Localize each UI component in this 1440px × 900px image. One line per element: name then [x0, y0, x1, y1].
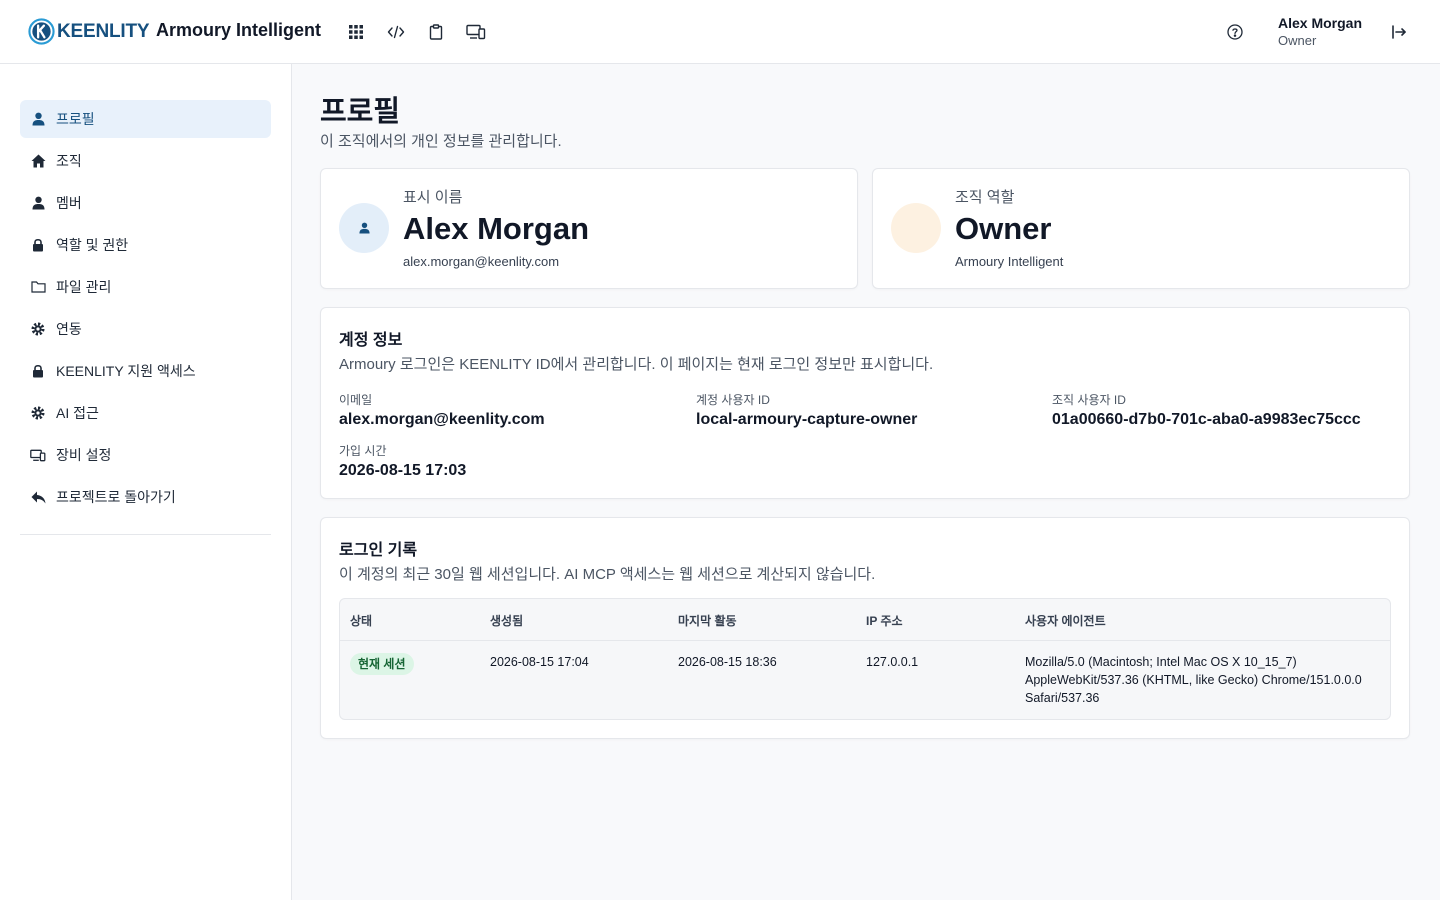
folder-icon: [30, 279, 46, 295]
column-header-last-active[interactable]: 마지막 활동: [678, 612, 737, 629]
devices-icon[interactable]: [464, 20, 488, 44]
sidebar-item-support-access[interactable]: KEENLITY 지원 액세스: [20, 352, 271, 390]
cell-last-active: 2026-08-15 18:36: [678, 655, 777, 669]
person-icon: [30, 195, 46, 211]
account-info-description: Armoury 로그인은 KEENLITY ID에서 관리합니다. 이 페이지는…: [339, 356, 934, 373]
sidebar-item-label: 역할 및 권한: [56, 237, 129, 253]
avatar: [339, 203, 389, 253]
code-icon[interactable]: [384, 20, 408, 44]
page-title: 프로필: [320, 96, 401, 128]
top-bar: KEENLITY Armoury Intelligent Alex Morgan…: [0, 0, 1440, 64]
user-role: Owner: [1278, 33, 1317, 48]
org-role-org: Armoury Intelligent: [955, 254, 1064, 269]
sidebar-item-device-settings[interactable]: 장비 설정: [20, 436, 271, 474]
keenlity-logo[interactable]: KEENLITY: [28, 18, 150, 45]
devices-icon: [30, 447, 46, 463]
login-history-title: 로그인 기록: [339, 542, 418, 559]
org-user-id-label: 조직 사용자 ID: [1052, 393, 1126, 407]
sidebar-item-roles[interactable]: 역할 및 권한: [20, 226, 271, 264]
person-icon: [30, 111, 46, 127]
account-user-id-value: local-armoury-capture-owner: [696, 411, 918, 428]
cell-user-agent: Mozilla/5.0 (Macintosh; Intel Mac OS X 1…: [1025, 655, 1362, 705]
sidebar-item-label: 장비 설정: [56, 447, 112, 463]
cell-ip: 127.0.0.1: [866, 655, 919, 669]
home-icon: [30, 153, 46, 169]
clipboard-icon[interactable]: [424, 20, 448, 44]
gear-icon: [30, 321, 46, 337]
sidebar-item-integrations[interactable]: 연동: [20, 310, 271, 348]
email-value: alex.morgan@keenlity.com: [339, 411, 545, 428]
org-role-card: 조직 역할 Owner Armoury Intelligent: [872, 168, 1410, 289]
sidebar-divider: [20, 534, 271, 535]
sidebar-item-label: 멤버: [56, 195, 82, 211]
sidebar-item-label: KEENLITY 지원 액세스: [56, 363, 196, 379]
page-description: 이 조직에서의 개인 정보를 관리합니다.: [320, 133, 562, 150]
display-email: alex.morgan@keenlity.com: [403, 254, 560, 269]
display-name-card: 표시 이름 Alex Morgan alex.morgan@keenlity.c…: [320, 168, 858, 289]
org-user-id-value: 01a00660-d7b0-701c-aba0-a9983ec75ccc: [1052, 411, 1361, 428]
sidebar-item-label: AI 접근: [56, 405, 99, 421]
session-table: 상태 생성됨 마지막 활동 IP 주소 사용자 에이전트 현재 세션 2026-…: [339, 598, 1391, 720]
sidebar-item-label: 조직: [56, 153, 82, 169]
role-avatar: [891, 203, 941, 253]
column-header-status[interactable]: 상태: [350, 612, 372, 629]
user-menu[interactable]: Alex Morgan Owner: [1278, 15, 1362, 48]
sidebar: 프로필 조직 멤버 역할 및 권한 파일 관리 연동 KEENLITY 지원 액…: [0, 64, 292, 900]
sidebar-item-files[interactable]: 파일 관리: [20, 268, 271, 306]
sidebar-item-label: 파일 관리: [56, 279, 112, 295]
logo-text: KEENLITY: [57, 20, 150, 42]
email-label: 이메일: [339, 393, 373, 407]
cell-created: 2026-08-15 17:04: [490, 655, 589, 669]
account-info-card: 계정 정보 Armoury 로그인은 KEENLITY ID에서 관리합니다. …: [320, 307, 1410, 499]
person-icon: [358, 222, 370, 234]
sidebar-item-label: 프로필: [56, 111, 95, 127]
org-role-value: Owner: [955, 211, 1052, 246]
sidebar-item-organization[interactable]: 조직: [20, 142, 271, 180]
org-role-label: 조직 역할: [955, 189, 1015, 206]
keenlity-logo-icon: [28, 18, 55, 45]
sidebar-item-back-to-projects[interactable]: 프로젝트로 돌아가기: [20, 478, 271, 516]
sidebar-nav: 프로필 조직 멤버 역할 및 권한 파일 관리 연동 KEENLITY 지원 액…: [20, 100, 271, 520]
account-info-title: 계정 정보: [339, 332, 403, 349]
joined-value: 2026-08-15 17:03: [339, 462, 467, 479]
sidebar-item-label: 프로젝트로 돌아가기: [56, 489, 176, 505]
column-header-created[interactable]: 생성됨: [490, 612, 523, 629]
status-badge: 현재 세션: [350, 653, 414, 675]
account-user-id-label: 계정 사용자 ID: [696, 393, 770, 407]
login-history-card: 로그인 기록 이 계정의 최근 30일 웹 세션입니다. AI MCP 액세스는…: [320, 517, 1410, 739]
sidebar-item-profile[interactable]: 프로필: [20, 100, 271, 138]
main-content: 프로필 이 조직에서의 개인 정보를 관리합니다. 표시 이름 Alex Mor…: [292, 64, 1440, 900]
display-name-value: Alex Morgan: [403, 211, 590, 246]
logout-icon[interactable]: [1387, 20, 1411, 44]
help-circle-icon[interactable]: [1223, 20, 1247, 44]
table-header: 상태 생성됨 마지막 활동 IP 주소 사용자 에이전트: [340, 599, 1390, 641]
reply-icon: [30, 489, 46, 505]
user-name: Alex Morgan: [1278, 15, 1363, 31]
sidebar-item-label: 연동: [56, 321, 82, 337]
display-name-label: 표시 이름: [403, 189, 463, 206]
sidebar-item-members[interactable]: 멤버: [20, 184, 271, 222]
lock-icon: [30, 363, 46, 379]
joined-label: 가입 시간: [339, 444, 387, 458]
gear-icon: [30, 405, 46, 421]
lock-icon: [30, 237, 46, 253]
login-history-description: 이 계정의 최근 30일 웹 세션입니다. AI MCP 액세스는 웹 세션으로…: [339, 566, 876, 583]
org-name[interactable]: Armoury Intelligent: [156, 20, 321, 41]
apps-grid-icon[interactable]: [344, 20, 368, 44]
column-header-user-agent[interactable]: 사용자 에이전트: [1025, 612, 1106, 629]
column-header-ip[interactable]: IP 주소: [866, 612, 903, 629]
sidebar-item-ai-access[interactable]: AI 접근: [20, 394, 271, 432]
